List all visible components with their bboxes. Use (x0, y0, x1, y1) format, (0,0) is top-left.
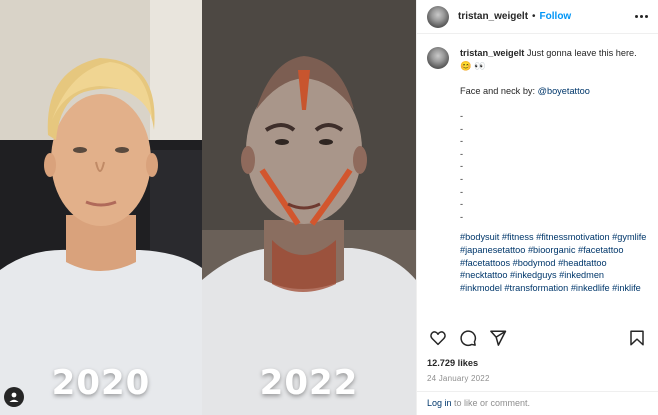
caption-avatar[interactable] (427, 47, 449, 69)
photo-2020: 2020 (0, 0, 202, 415)
dash-1: - (460, 123, 464, 134)
comment-button[interactable] (457, 327, 479, 349)
post-date: 24 January 2022 (427, 374, 490, 383)
comment-icon (460, 330, 477, 347)
header-username[interactable]: tristan_weigelt (458, 11, 528, 22)
year-label-2022: 2022 (259, 363, 359, 403)
post-media[interactable]: 2020 2022 (0, 0, 416, 415)
credit-prefix: Face and neck by: (460, 85, 538, 96)
separator-dot: • (532, 11, 536, 22)
login-link[interactable]: Log in (427, 398, 452, 408)
post-header: tristan_weigelt • Follow (417, 0, 658, 34)
action-bar (417, 322, 658, 354)
dash-7: - (460, 199, 464, 210)
dash-5: - (460, 173, 464, 184)
photo-2020-art (0, 0, 202, 415)
dash-2: - (460, 136, 464, 147)
dash-6: - (460, 186, 464, 197)
hashtags[interactable]: #bodysuit #fitness #fitnessmotivation #g… (460, 231, 648, 294)
instagram-post: 2020 2022 tristan_weigelt • Follow trist… (0, 0, 658, 415)
heart-icon (430, 331, 446, 346)
login-prompt: Log in to like or comment. (417, 391, 658, 415)
caption-row: tristan_weigelt Just gonna leave this he… (417, 34, 658, 294)
caption-area: tristan_weigelt Just gonna leave this he… (417, 34, 658, 320)
share-button[interactable] (487, 327, 509, 349)
credit-handle-link[interactable]: @boyetattoo (538, 86, 590, 96)
photo-2022-art (202, 0, 416, 415)
save-icon (630, 330, 644, 346)
user-icon (9, 392, 19, 402)
follow-button[interactable]: Follow (540, 11, 572, 22)
photo-2022: 2022 (202, 0, 416, 415)
year-label-2020: 2020 (51, 363, 151, 403)
caption-body: tristan_weigelt Just gonna leave this he… (460, 47, 648, 294)
caption-username[interactable]: tristan_weigelt (460, 48, 524, 58)
login-text: to like or comment. (451, 398, 531, 408)
avatar[interactable] (427, 5, 449, 28)
like-button[interactable] (427, 327, 449, 349)
dash-8: - (460, 211, 464, 222)
dash-3: - (460, 148, 464, 159)
save-button[interactable] (626, 327, 648, 349)
post-sidebar: tristan_weigelt • Follow tristan_weigelt… (416, 0, 658, 415)
dash-0: - (460, 110, 464, 121)
likes-count[interactable]: 12.729 likes (427, 358, 478, 368)
dash-4: - (460, 161, 464, 172)
more-icon[interactable] (635, 15, 648, 18)
share-icon (490, 330, 507, 346)
tagged-user-button[interactable] (4, 387, 24, 407)
